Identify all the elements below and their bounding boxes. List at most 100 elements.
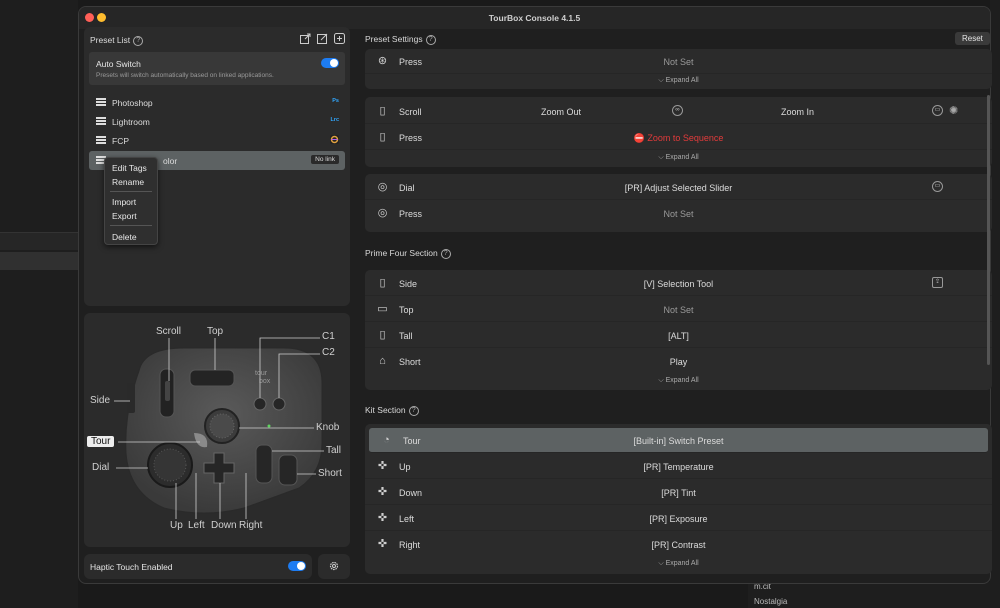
preset-item-photoshop[interactable]: Photoshop Ps [89,93,345,111]
row-label: Scroll [399,107,422,117]
preset-list-header: Preset List? [90,35,144,46]
row-value: [PR] Adjust Selected Slider [624,183,733,193]
row-value: [ALT] [668,331,689,341]
auto-switch-toggle[interactable] [321,58,339,68]
prime-four-section: ▯ Side [V] Selection Tool ⇪ ▭ Top Not Se… [365,270,992,390]
preset-item-label: FCP [112,136,129,146]
settings-row-down[interactable]: ✜ Down [PR] Tint [365,480,992,505]
vertical-scrollbar[interactable] [987,95,990,365]
preset-settings-header: Preset Settings? [365,34,436,45]
reset-button[interactable]: Reset [955,32,990,45]
device-diagram-panel: tour box Scroll Top C1 C2 Side Knob Tour… [84,313,350,547]
auto-switch-card: Auto Switch Presets will switch automati… [89,52,345,85]
preset-item-label: Photoshop [112,98,153,108]
label-c2: C2 [322,347,335,358]
settings-row-dial[interactable]: ◎ Dial [PR] Adjust Selected Slider ▭ [365,175,992,200]
label-down: Down [211,520,237,531]
settings-row-short[interactable]: ⌂ Short Play [365,349,992,374]
haptic-touch-panel: Haptic Touch Enabled [84,554,312,579]
label-side: Side [90,395,111,406]
label-tall: Tall [326,445,342,456]
settings-row-top[interactable]: ▭ Top Not Set [365,297,992,322]
settings-group-1: ▯ Scroll Zoom Out ∞ Zoom In ▭ ✺ ▯ Press … [365,97,992,167]
row-value: Not Set [663,57,694,67]
preset-context-menu: Edit Tags Rename Import Export Delete [104,157,158,245]
preset-item-label: olor [163,156,178,166]
settings-row-side[interactable]: ▯ Side [V] Selection Tool ⇪ [365,271,992,296]
row-value-error: ⛔ Zoom to Sequence [633,133,724,143]
row-value: Play [669,357,688,367]
settings-button[interactable] [318,554,350,579]
label-right: Right [239,520,263,531]
svg-text:tour: tour [255,370,268,377]
tourbox-device-illustration: tour box [125,347,323,514]
menu-item-delete[interactable]: Delete [112,232,137,242]
expand-all-link[interactable]: ⌵ Expand All [365,154,992,162]
scroll-wheel-icon: ▯ [379,105,386,117]
settings-group-2: ◎ Dial [PR] Adjust Selected Slider ▭ ◎ P… [365,174,992,232]
hud-icon[interactable]: ▭ [932,181,943,192]
settings-row-scroll[interactable]: ▯ Scroll Zoom Out ∞ Zoom In ▭ ✺ [365,99,992,124]
drag-handle-icon[interactable] [96,136,106,144]
expand-all-link[interactable]: ⌵ Expand All [365,560,992,568]
label-left: Left [188,520,205,531]
photoshop-app-icon: Ps [332,98,339,104]
label-up: Up [170,520,183,531]
edit-icon[interactable] [317,33,328,44]
title-bar: TourBox Console 4.1.5 [79,7,990,29]
label-dial: Dial [92,462,110,473]
desktop-background-bottom: m.cit Nostalgia [748,582,1000,608]
label-tour-highlighted[interactable]: Tour [87,436,115,447]
row-value: [PR] Tint [661,488,696,498]
loading-spinner-icon: ✺ [949,105,959,117]
auto-switch-title: Auto Switch [96,59,141,69]
preset-item-label: Lightroom [112,117,150,127]
settings-row-right[interactable]: ✜ Right [PR] Contrast [365,532,992,557]
export-icon[interactable] [300,33,311,44]
settings-row-tour-selected[interactable]: ◔ Tour [Built-in] Switch Preset [369,428,988,453]
row-value: [V] Selection Tool [643,279,714,289]
haptic-touch-label: Haptic Touch Enabled [90,562,173,572]
scroll-right-value: Zoom In [781,107,815,117]
final-cut-pro-app-icon [330,135,339,144]
label-top: Top [207,326,224,337]
help-icon[interactable]: ? [425,34,436,45]
kit-section: ◔ Tour [Built-in] Switch Preset ✜ Up [PR… [365,424,992,574]
shortcut-icon[interactable]: ⇪ [932,277,943,288]
desktop-item: Nostalgia [754,597,788,606]
settings-group-0: ⊛ Press Not Set ⌵ Expand All [365,49,992,89]
link-status-badge[interactable]: No link [311,155,339,164]
settings-row-press[interactable]: ◎ Press Not Set [365,201,992,226]
expand-all-link[interactable]: ⌵ Expand All [365,377,992,385]
label-knob: Knob [316,422,340,433]
preset-item-lightroom[interactable]: Lightroom Lrc [89,112,345,130]
settings-row-press[interactable]: ▯ Press ⛔ Zoom to Sequence [365,125,992,150]
help-icon[interactable]: ? [408,405,419,416]
gear-icon [329,561,339,571]
help-icon[interactable]: ? [440,248,451,259]
help-icon[interactable]: ? [133,35,144,46]
settings-row-tall[interactable]: ▯ Tall [ALT] [365,323,992,348]
kit-section-header: Kit Section? [365,405,419,416]
row-value: [PR] Contrast [651,540,706,550]
hud-icon[interactable]: ▭ [932,105,943,116]
row-value: Not Set [663,305,694,315]
link-icon[interactable]: ∞ [672,105,683,116]
add-preset-icon[interactable] [334,33,345,44]
settings-row-up[interactable]: ✜ Up [PR] Temperature [365,454,992,479]
row-value: [PR] Exposure [649,514,708,524]
menu-item-edit-tags[interactable]: Edit Tags [112,163,147,173]
scroll-left-value: Zoom Out [541,107,582,117]
preset-item-fcp[interactable]: FCP [89,131,345,149]
menu-item-import[interactable]: Import [112,197,136,207]
menu-item-export[interactable]: Export [112,211,137,221]
auto-switch-description: Presets will switch automatically based … [96,72,274,79]
drag-handle-icon[interactable] [96,98,106,106]
label-short: Short [318,468,342,479]
expand-all-link[interactable]: ⌵ Expand All [365,77,992,85]
menu-item-rename[interactable]: Rename [112,177,144,187]
settings-row-left[interactable]: ✜ Left [PR] Exposure [365,506,992,531]
drag-handle-icon[interactable] [96,117,106,125]
settings-row-press[interactable]: ⊛ Press Not Set [365,49,992,74]
haptic-touch-toggle[interactable] [288,561,306,571]
